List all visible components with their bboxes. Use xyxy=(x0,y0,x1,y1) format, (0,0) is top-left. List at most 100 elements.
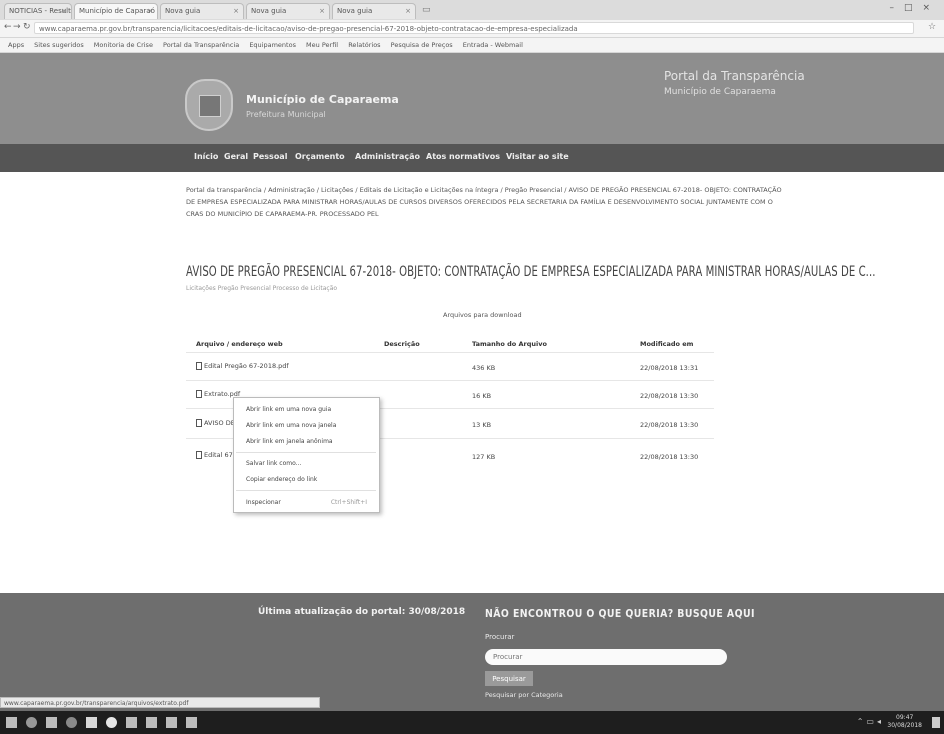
close-icon[interactable]: × xyxy=(233,4,239,19)
menu-separator xyxy=(236,490,376,491)
portal-subtitle: Município de Caparaema xyxy=(664,87,776,97)
nav-item-inicio[interactable]: Início xyxy=(194,152,218,161)
coat-of-arms-logo[interactable] xyxy=(185,79,233,131)
file-link[interactable]: Edital Pregão 67-2018.pdf xyxy=(196,362,289,370)
bookmark-item[interactable]: Meu Perfil xyxy=(306,38,338,52)
url-field[interactable]: www.caparaema.pr.gov.br/transparencia/li… xyxy=(34,22,914,34)
context-menu: Abrir link em uma nova guia Abrir link e… xyxy=(233,397,380,513)
browser-tab[interactable]: NOTICIAS - Resultado× xyxy=(4,3,72,19)
menu-item-open-incognito[interactable]: Abrir link em janela anônima xyxy=(246,438,333,445)
file-name[interactable]: Edital Pregão 67-2018.pdf xyxy=(204,362,289,370)
nav-item-administracao[interactable]: Administração xyxy=(355,152,420,161)
clock-time: 09:47 xyxy=(896,714,914,721)
breadcrumb[interactable]: Portal da transparência / Administração … xyxy=(186,184,786,220)
menu-item-open-new-window[interactable]: Abrir link em uma nova janela xyxy=(246,422,336,429)
clock-date: 30/08/2018 xyxy=(887,722,922,729)
menu-item-save-link[interactable]: Salvar link como... xyxy=(246,460,301,467)
tab-label: Nova guia xyxy=(165,7,201,15)
search-by-category-link[interactable]: Pesquisar por Categoria xyxy=(485,691,563,699)
address-bar-row: ← → ↻ www.caparaema.pr.gov.br/transparen… xyxy=(0,20,944,38)
tab-label: Município de Caparaó xyxy=(79,7,155,15)
table-divider xyxy=(186,380,714,381)
windows-taskbar: ⌃▭◂ 09:47 30/08/2018 xyxy=(0,711,944,734)
browser-tab[interactable]: Nova guia × xyxy=(160,3,244,19)
column-header-file: Arquivo / endereço web xyxy=(196,340,283,348)
nav-item-atos-normativos[interactable]: Atos normativos xyxy=(426,152,500,161)
bookmark-item[interactable]: Portal da Transparência xyxy=(163,38,239,52)
close-icon[interactable]: × xyxy=(147,4,153,19)
footer-search-title: NÃO ENCONTROU O QUE QUERIA? BUSQUE AQUI xyxy=(485,607,755,620)
column-header-description: Descrição xyxy=(384,340,420,348)
bookmark-item[interactable]: Relatórios xyxy=(348,38,380,52)
new-tab-icon[interactable]: ▭ xyxy=(422,5,431,15)
window-controls[interactable]: –□× xyxy=(889,3,940,13)
notifications-icon[interactable] xyxy=(932,717,940,728)
close-icon[interactable]: × xyxy=(405,4,411,19)
chrome-icon[interactable] xyxy=(106,717,117,728)
bookmark-item[interactable]: Pesquisa de Preços xyxy=(391,38,453,52)
menu-item-inspect[interactable]: Inspecionar xyxy=(246,499,281,506)
page-meta[interactable]: Licitações Pregão Presencial Processo de… xyxy=(186,285,337,292)
menu-item-open-new-tab[interactable]: Abrir link em uma nova guia xyxy=(246,406,331,413)
bookmark-item[interactable]: Entrada - Webmail xyxy=(463,38,523,52)
file-size: 16 KB xyxy=(472,392,492,400)
app-icon[interactable] xyxy=(146,717,157,728)
task-view-icon[interactable] xyxy=(46,717,57,728)
crest-shield xyxy=(199,95,221,117)
browser-tab-bar: NOTICIAS - Resultado× Município de Capar… xyxy=(0,0,944,20)
footer-search-input[interactable] xyxy=(485,649,727,665)
file-modified: 22/08/2018 13:31 xyxy=(640,364,699,372)
reload-icon[interactable]: ↻ xyxy=(23,22,31,32)
browser-tab[interactable]: Nova guia × xyxy=(246,3,330,19)
close-icon[interactable]: × xyxy=(319,4,325,19)
file-modified: 22/08/2018 13:30 xyxy=(640,421,699,429)
file-size: 127 KB xyxy=(472,453,496,461)
close-icon[interactable]: × xyxy=(61,4,67,19)
edge-browser-icon[interactable] xyxy=(66,717,77,728)
portal-title: Portal da Transparência xyxy=(664,69,805,83)
tab-label: Nova guia xyxy=(337,7,373,15)
nav-item-pessoal[interactable]: Pessoal xyxy=(253,152,287,161)
nav-item-orcamento[interactable]: Orçamento xyxy=(295,152,345,161)
site-header: Município de Caparaema Prefeitura Munici… xyxy=(0,53,944,144)
file-modified: 22/08/2018 13:30 xyxy=(640,453,699,461)
pdf-file-icon xyxy=(196,390,202,398)
pdf-file-icon xyxy=(196,419,202,427)
table-divider xyxy=(186,352,714,353)
bookmark-item[interactable]: Monitoria de Crise xyxy=(94,38,153,52)
file-modified: 22/08/2018 13:30 xyxy=(640,392,699,400)
app-icon[interactable] xyxy=(126,717,137,728)
file-explorer-icon[interactable] xyxy=(86,717,97,728)
menu-item-copy-link[interactable]: Copiar endereço do link xyxy=(246,476,317,483)
tab-label: Nova guia xyxy=(251,7,287,15)
files-caption: Arquivos para download xyxy=(443,311,522,319)
browser-tab-active[interactable]: Município de Caparaó × xyxy=(74,3,158,19)
page-title: AVISO DE PREGÃO PRESENCIAL 67-2018- OBJE… xyxy=(186,264,876,280)
column-header-modified: Modificado em xyxy=(640,340,694,348)
menu-separator xyxy=(236,452,376,453)
footer-search-label: Procurar xyxy=(485,633,515,641)
clock[interactable]: 09:47 30/08/2018 xyxy=(887,714,922,730)
app-icon[interactable] xyxy=(166,717,177,728)
link-status-bar: www.caparaema.pr.gov.br/transparencia/ar… xyxy=(0,697,320,708)
nav-item-visitar-site[interactable]: Visitar ao site xyxy=(506,152,569,161)
start-menu-icon[interactable] xyxy=(6,717,17,728)
back-icon[interactable]: ← xyxy=(4,22,12,32)
main-navigation: Início Geral Pessoal Orçamento Administr… xyxy=(0,144,944,172)
last-update-text: Última atualização do portal: 30/08/2018 xyxy=(258,607,466,617)
site-subtitle: Prefeitura Municipal xyxy=(246,110,326,119)
footer-search-button[interactable]: Pesquisar xyxy=(485,671,533,686)
site-title[interactable]: Município de Caparaema xyxy=(246,93,399,106)
bookmark-item[interactable]: Sites sugeridos xyxy=(34,38,84,52)
nav-item-geral[interactable]: Geral xyxy=(224,152,248,161)
browser-tab[interactable]: Nova guia × xyxy=(332,3,416,19)
star-icon[interactable]: ☆ xyxy=(928,22,936,32)
site-footer: Última atualização do portal: 30/08/2018… xyxy=(0,593,944,711)
forward-icon[interactable]: → xyxy=(13,22,21,32)
bookmarks-bar: Apps Sites sugeridos Monitoria de Crise … xyxy=(0,38,944,53)
bookmark-item[interactable]: Apps xyxy=(8,38,24,52)
system-tray-icons[interactable]: ⌃▭◂ xyxy=(857,717,884,726)
bookmark-item[interactable]: Equipamentos xyxy=(249,38,296,52)
search-icon[interactable] xyxy=(26,717,37,728)
app-icon[interactable] xyxy=(186,717,197,728)
